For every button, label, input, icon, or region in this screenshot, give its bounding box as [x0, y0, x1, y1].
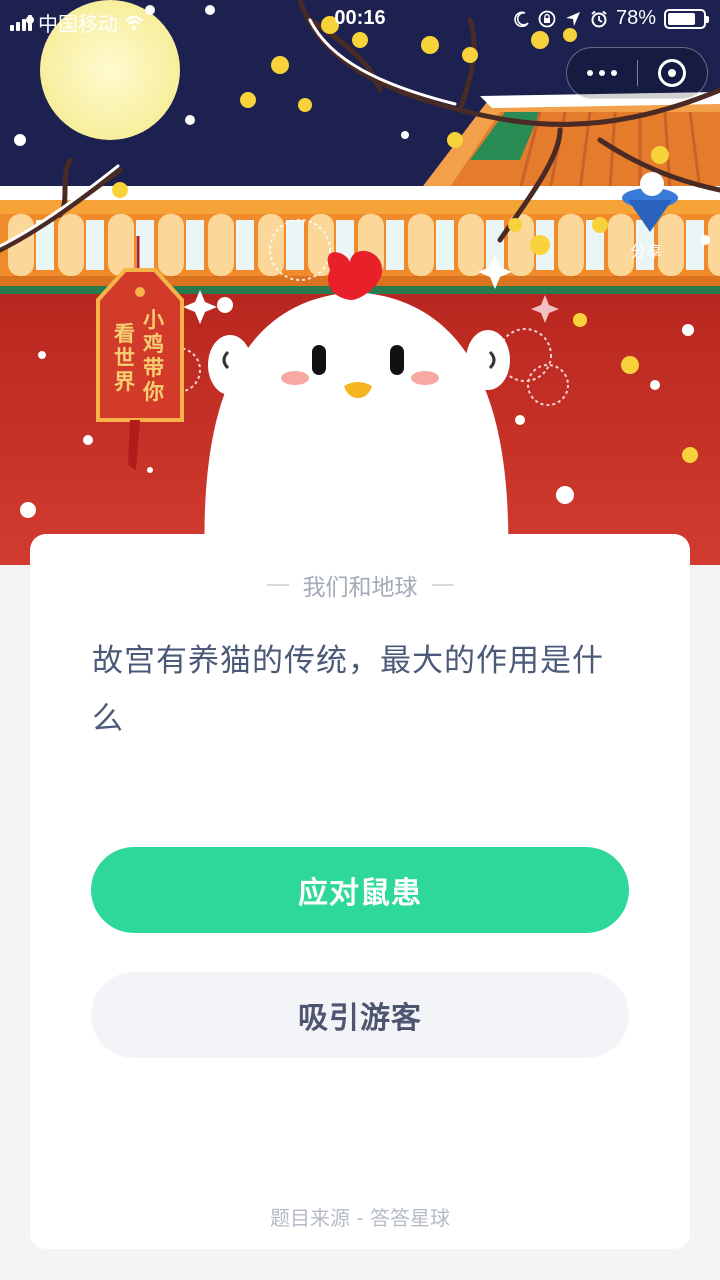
question-source: 题目来源 - 答答星球: [270, 1206, 450, 1230]
category-header: 我们和地球: [30, 568, 690, 602]
alarm-icon: [591, 10, 607, 27]
battery-percent: 78%: [615, 7, 656, 29]
question-text: 故宫有养猫的传统，最大的作用是什么: [92, 643, 604, 737]
battery-icon: [664, 8, 709, 29]
answer-option-2-label: 吸引游客: [298, 1001, 422, 1036]
miniprogram-capsule: [566, 47, 708, 99]
answer-option-2[interactable]: 吸引游客: [91, 972, 629, 1058]
location-arrow-icon: [565, 11, 580, 26]
more-dots-icon[interactable]: [567, 48, 637, 98]
divider-left: [266, 584, 289, 586]
tag-text-right: 小鸡带你: [143, 307, 164, 404]
question-card: 我们和地球 故宫有养猫的传统，最大的作用是什么 应对鼠患 吸引游客 题目来源 -…: [30, 534, 690, 1249]
answer-option-1-label: 应对鼠患: [298, 876, 422, 911]
status-bar: 中国移动 00:16 78%: [0, 0, 720, 38]
share-label[interactable]: 分享: [630, 238, 662, 262]
tag-text-left: 看世界: [114, 321, 135, 394]
lock-rotation-icon: [538, 10, 556, 27]
answer-option-1[interactable]: 应对鼠患: [91, 847, 629, 933]
category-label: 我们和地球: [302, 575, 418, 601]
moon-icon: [514, 11, 529, 27]
divider-right: [431, 584, 454, 586]
close-circle-icon[interactable]: [638, 48, 708, 98]
